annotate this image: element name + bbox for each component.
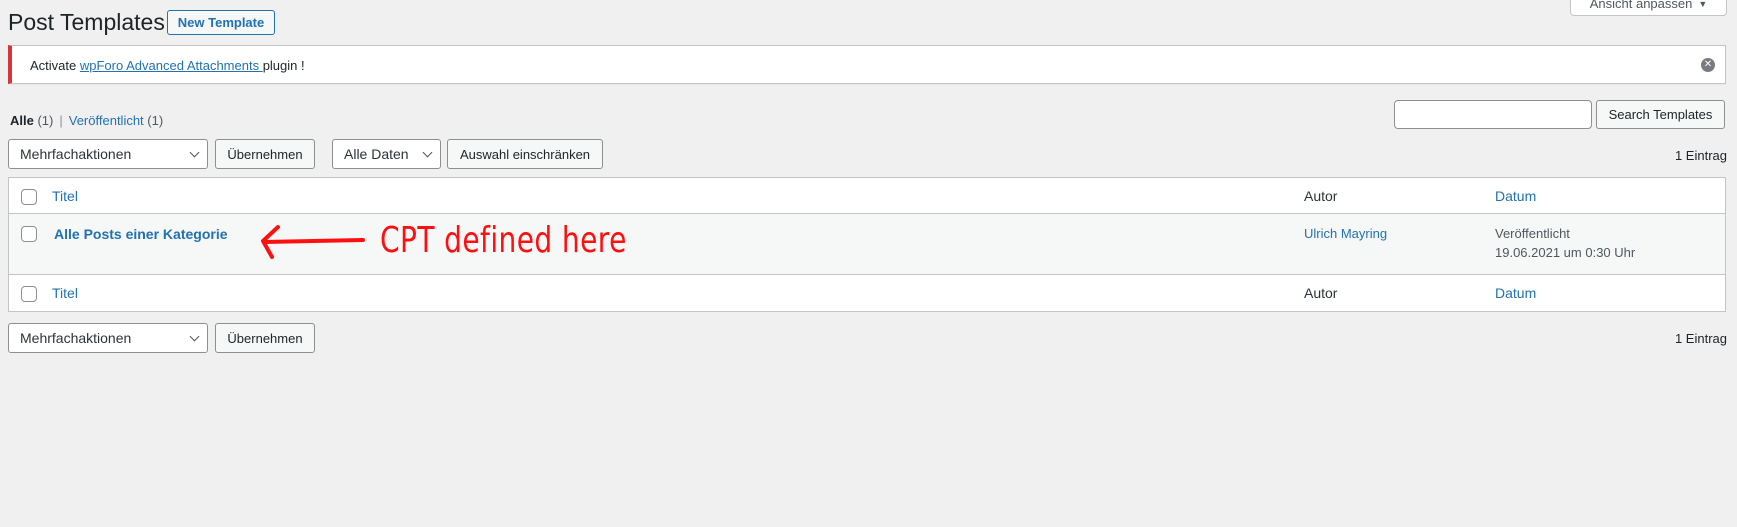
post-datetime: 19.06.2021 um 0:30 Uhr [1495, 245, 1636, 260]
caret-down-icon: ▼ [1698, 0, 1708, 9]
apply-button-top[interactable]: Übernehmen [215, 139, 315, 169]
view-published-count: (1) [147, 113, 164, 128]
select-all-checkbox-footer[interactable] [21, 286, 37, 302]
new-template-button[interactable]: New Template [167, 10, 275, 35]
column-title-sort-footer[interactable]: Titel [52, 285, 78, 301]
screen-options-toggle[interactable]: Ansicht anpassen ▼ [1570, 0, 1727, 16]
notice-prefix: Activate [30, 58, 80, 73]
bulk-action-select-top[interactable]: Mehrfachaktionen [8, 139, 208, 169]
column-author-footer: Autor [1304, 285, 1338, 301]
view-all-label: Alle [10, 113, 34, 128]
search-templates-button[interactable]: Search Templates [1596, 100, 1725, 129]
error-notice: Activate wpForo Advanced Attachments plu… [8, 45, 1726, 84]
bulk-action-value: Mehrfachaktionen [20, 330, 132, 346]
arrow-left-icon [261, 225, 365, 259]
notice-plugin-link[interactable]: wpForo Advanced Attachments [80, 58, 263, 73]
date-filter-value: Alle Daten [344, 146, 409, 162]
post-title-link[interactable]: Alle Posts einer Kategorie [54, 226, 228, 242]
page-title: Post Templates [8, 9, 165, 35]
view-all-count: (1) [37, 113, 54, 128]
view-separator: | [59, 113, 63, 128]
row-checkbox[interactable] [21, 226, 37, 242]
apply-button-bottom[interactable]: Übernehmen [215, 323, 315, 353]
view-all[interactable]: Alle (1) [10, 113, 53, 128]
filter-button[interactable]: Auswahl einschränken [447, 139, 603, 169]
view-filters: Alle (1) | Veröffentlicht (1) [10, 113, 163, 128]
bulk-action-select-bottom[interactable]: Mehrfachaktionen [8, 323, 208, 353]
chevron-down-icon [189, 331, 200, 342]
chevron-down-icon [422, 147, 433, 158]
item-count-bottom: 1 Eintrag [1674, 331, 1727, 346]
annotation-text: CPT defined here [380, 220, 627, 261]
table-header-row: Titel Autor Datum [9, 178, 1725, 214]
notice-message: Activate wpForo Advanced Attachments plu… [30, 58, 305, 73]
search-input[interactable] [1394, 100, 1592, 129]
select-all-checkbox[interactable] [21, 189, 37, 205]
table-footer-row: Titel Autor Datum [9, 275, 1725, 311]
column-title-sort[interactable]: Titel [52, 188, 78, 204]
column-author: Autor [1304, 188, 1338, 204]
post-author-link[interactable]: Ulrich Mayring [1304, 226, 1387, 241]
column-date-sort[interactable]: Datum [1495, 188, 1536, 204]
chevron-down-icon [189, 147, 200, 158]
view-published[interactable]: Veröffentlicht (1) [69, 113, 163, 128]
view-published-label: Veröffentlicht [68, 113, 144, 128]
column-date-sort-footer[interactable]: Datum [1495, 285, 1536, 301]
screen-options-label: Ansicht anpassen [1589, 0, 1693, 11]
post-status: Veröffentlicht [1495, 226, 1570, 241]
item-count-top: 1 Eintrag [1674, 148, 1727, 163]
notice-suffix: plugin ! [262, 58, 305, 73]
date-filter-select[interactable]: Alle Daten [332, 139, 441, 169]
bulk-action-value: Mehrfachaktionen [20, 146, 132, 162]
close-circle-icon[interactable]: ✕ [1701, 58, 1715, 72]
